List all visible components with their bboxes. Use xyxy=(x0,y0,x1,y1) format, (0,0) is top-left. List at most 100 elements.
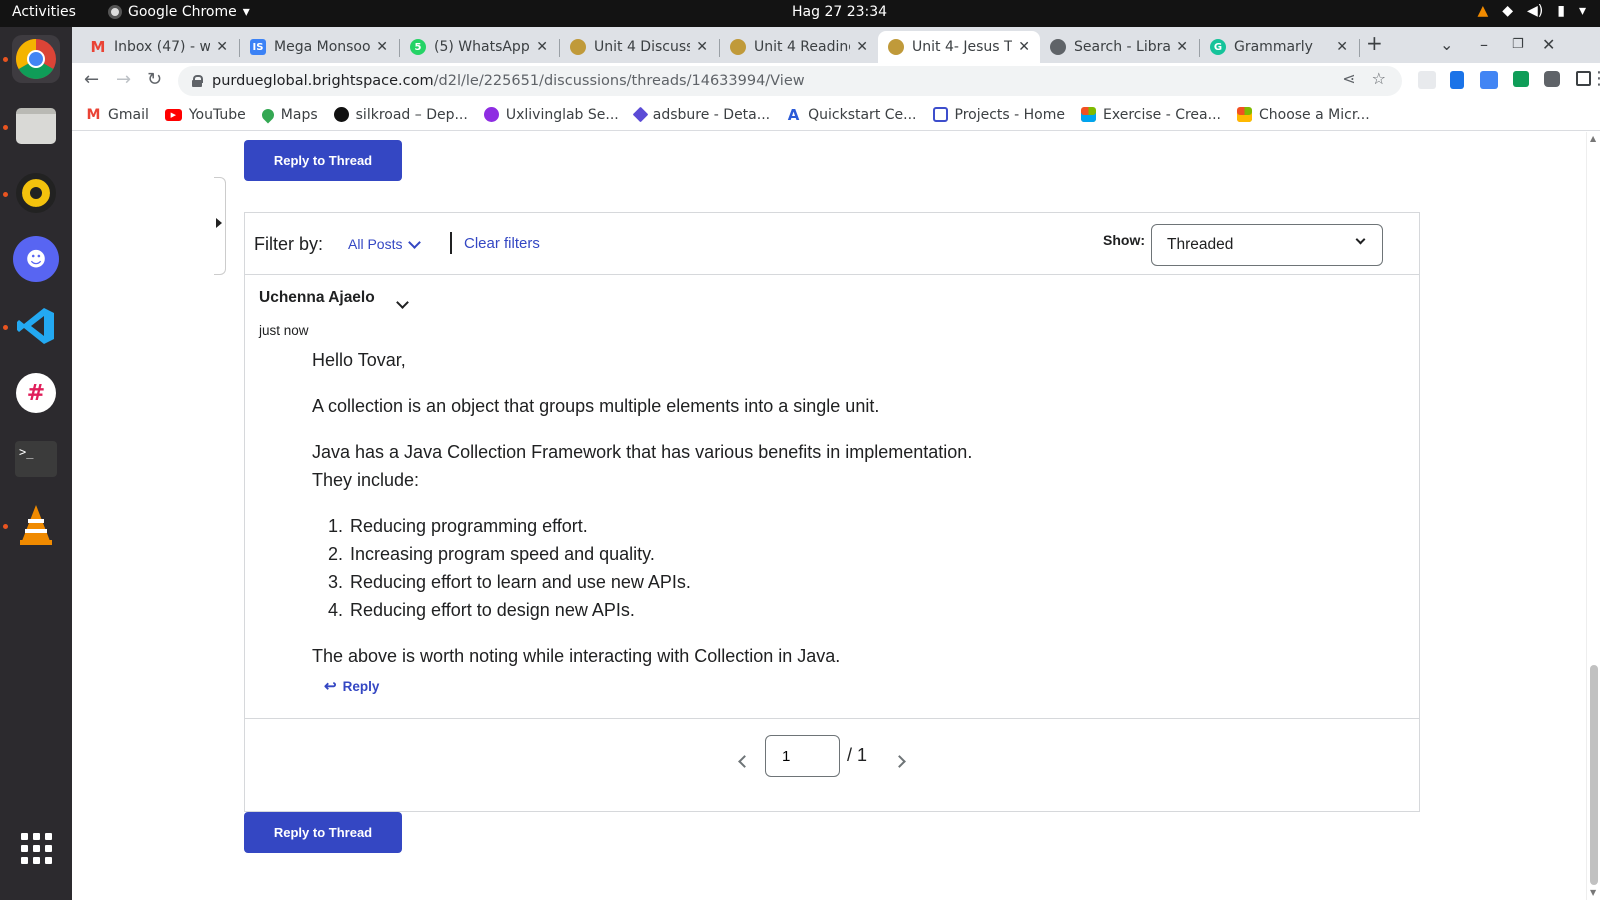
url-path: /d2l/le/225651/discussions/threads/14633… xyxy=(433,73,805,89)
volume-icon: ◀) xyxy=(1527,3,1544,19)
scroll-up-icon[interactable]: ▲ xyxy=(1590,134,1596,143)
bookmark-label: Exercise - Crea... xyxy=(1103,106,1221,123)
bookmark-label: Uxlivinglab Se... xyxy=(505,106,619,123)
reply-link[interactable]: ↩ Reply xyxy=(324,677,379,695)
reply-to-thread-button-bottom[interactable]: Reply to Thread xyxy=(244,812,402,853)
close-icon[interactable]: ✕ xyxy=(376,39,388,55)
bookmark-silkroad[interactable]: silkroad – Dep... xyxy=(333,107,468,123)
post-context-menu[interactable] xyxy=(396,294,409,312)
menu-icon[interactable]: ⋮ xyxy=(1590,68,1600,89)
close-icon[interactable]: ✕ xyxy=(1336,39,1348,55)
filter-dropdown[interactable]: All Posts xyxy=(348,235,422,252)
side-panel-icon[interactable] xyxy=(1576,71,1591,86)
benefits-list: Reducing programming effort. Increasing … xyxy=(348,512,1312,624)
scroll-down-icon[interactable]: ▼ xyxy=(1590,888,1596,897)
close-icon[interactable]: ✕ xyxy=(696,39,708,55)
post-paragraph: Java has a Java Collection Framework tha… xyxy=(312,442,973,490)
chrome-icon xyxy=(108,5,122,19)
close-window-button[interactable]: ✕ xyxy=(1542,35,1555,54)
bookmark-adsbure[interactable]: adsbure - Deta... xyxy=(632,106,771,123)
app-menu[interactable]: Google Chrome ▾ xyxy=(108,4,250,20)
clock[interactable]: Hag 27 23:34 xyxy=(792,4,887,20)
show-apps-button[interactable] xyxy=(12,824,60,872)
bookmark-projects[interactable]: Projects - Home xyxy=(932,107,1065,123)
post-time: just now xyxy=(259,323,309,338)
reply-to-thread-button-top[interactable]: Reply to Thread xyxy=(244,140,402,181)
page-number-input[interactable] xyxy=(765,735,840,777)
close-icon[interactable]: ✕ xyxy=(856,39,868,55)
dock-slack[interactable]: # xyxy=(12,369,60,417)
prev-page-button[interactable] xyxy=(738,751,751,770)
scrollbar-thumb[interactable] xyxy=(1590,665,1598,885)
running-indicator xyxy=(3,524,8,529)
tab-unit4-discussion[interactable]: Unit 4 Discuss ✕ xyxy=(560,31,718,63)
bookmark-gmail[interactable]: M Gmail xyxy=(86,107,149,123)
bookmark-exercise[interactable]: Exercise - Crea... xyxy=(1081,107,1221,123)
translate-extension-icon[interactable] xyxy=(1513,71,1529,87)
bookmark-quickstart[interactable]: A Quickstart Ce... xyxy=(786,106,917,124)
reload-button[interactable]: ↻ xyxy=(147,69,162,90)
close-icon[interactable]: ✕ xyxy=(216,39,228,55)
reply-all-icon: ↩ xyxy=(324,678,337,695)
tab-grammarly[interactable]: G Grammarly ✕ xyxy=(1200,31,1358,63)
activities-button[interactable]: Activities xyxy=(12,4,76,20)
vlc-icon xyxy=(20,505,52,545)
gmail-icon: M xyxy=(90,38,106,56)
page-scrollbar[interactable]: ▲ ▼ xyxy=(1586,132,1600,900)
divider xyxy=(450,232,452,254)
tab-whatsapp[interactable]: 5 (5) WhatsApp ✕ xyxy=(400,31,558,63)
dock-chrome[interactable] xyxy=(12,35,60,83)
list-item: Reducing effort to learn and use new API… xyxy=(348,568,1312,596)
maximize-button[interactable]: ❐ xyxy=(1512,37,1524,52)
bookmark-star-icon[interactable]: ☆ xyxy=(1372,69,1386,88)
tab-title: (5) WhatsApp xyxy=(434,39,530,55)
chrome-icon xyxy=(16,39,56,79)
microsoft-icon xyxy=(1236,107,1252,122)
fi-extension-icon[interactable] xyxy=(1480,71,1498,89)
minimize-button[interactable]: – xyxy=(1480,35,1488,54)
globe-icon xyxy=(1050,39,1066,55)
tab-search-library[interactable]: Search - Librar ✕ xyxy=(1040,31,1198,63)
docs-extension-icon[interactable] xyxy=(1450,71,1464,89)
silkroad-icon xyxy=(333,107,349,122)
next-page-button[interactable] xyxy=(893,751,906,770)
tab-search-button[interactable]: ⌄ xyxy=(1440,35,1453,54)
tab-strip: M Inbox (47) - wa ✕ IS Mega Monsoo ✕ 5 (… xyxy=(72,27,1600,63)
clear-filters-link[interactable]: Clear filters xyxy=(464,235,540,252)
bookmark-uxlivinglab[interactable]: Uxlivinglab Se... xyxy=(483,106,619,123)
dock-terminal[interactable]: >_ xyxy=(12,435,60,483)
bookmark-choose-micr[interactable]: Choose a Micr... xyxy=(1236,107,1370,123)
dock-discord[interactable]: ☻ xyxy=(12,235,60,283)
dock-vlc[interactable] xyxy=(12,501,60,549)
side-panel-toggle[interactable] xyxy=(214,177,226,275)
tab-mega-monsoon[interactable]: IS Mega Monsoo ✕ xyxy=(240,31,398,63)
new-tab-button[interactable]: + xyxy=(1366,31,1383,55)
lock-icon[interactable] xyxy=(192,75,203,87)
bookmark-maps[interactable]: Maps xyxy=(259,106,318,123)
tab-unit4-jesus[interactable]: Unit 4- Jesus T ✕ xyxy=(878,31,1040,63)
dock-rhythmbox[interactable] xyxy=(12,169,60,217)
bookmark-label: adsbure - Deta... xyxy=(652,106,771,123)
system-tray[interactable]: ▲ ◆ ◀) ▮ ▾ xyxy=(1477,3,1586,19)
close-icon[interactable]: ✕ xyxy=(1176,39,1188,55)
dock-files[interactable] xyxy=(12,102,60,150)
grammarly-icon: G xyxy=(1210,39,1226,55)
share-icon[interactable]: ⋖ xyxy=(1342,69,1355,88)
extension-icon[interactable] xyxy=(1418,71,1436,89)
close-icon[interactable]: ✕ xyxy=(536,39,548,55)
tab-unit4-reading[interactable]: Unit 4 Reading ✕ xyxy=(720,31,878,63)
address-bar[interactable]: purdueglobal.brightspace.com/d2l/le/2256… xyxy=(178,66,1402,96)
tab-inbox[interactable]: M Inbox (47) - wa ✕ xyxy=(80,31,238,63)
bookmark-youtube[interactable]: ▶ YouTube xyxy=(164,107,246,123)
puzzle-icon[interactable] xyxy=(1544,71,1560,87)
apps-grid-icon xyxy=(20,832,52,864)
wifi-icon: ◆ xyxy=(1502,3,1514,19)
close-icon[interactable]: ✕ xyxy=(1018,39,1030,55)
dock-vscode[interactable] xyxy=(12,302,60,350)
show-select[interactable]: Threaded xyxy=(1151,224,1383,266)
tab-title: Grammarly xyxy=(1234,39,1313,55)
filter-bar: Filter by: All Posts Clear filters Show:… xyxy=(245,213,1419,275)
forward-button[interactable]: → xyxy=(116,69,131,90)
back-button[interactable]: ← xyxy=(84,69,99,90)
bookmarks-bar: M Gmail ▶ YouTube Maps silkroad – Dep...… xyxy=(72,99,1600,131)
